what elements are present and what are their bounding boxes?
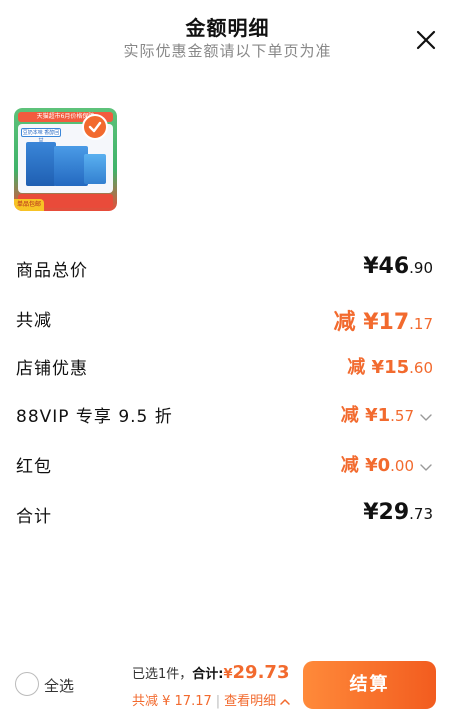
row-grand-total: 合计 ¥29.73 <box>16 498 433 532</box>
currency-symbol: ¥ <box>365 455 378 476</box>
row-red-packet[interactable]: 红包 减 ¥0.00 <box>16 450 433 480</box>
row-value: 减 ¥0.00 <box>341 451 433 477</box>
chevron-down-icon[interactable] <box>419 462 433 472</box>
row-label: 红包 <box>16 457 52 477</box>
selection-summary: 已选1件，合计:¥29.73 <box>132 662 289 683</box>
currency-symbol: ¥ <box>371 357 385 378</box>
currency-symbol: ¥ <box>365 405 378 426</box>
row-label: 店铺优惠 <box>16 359 88 379</box>
amount-decimal: .00 <box>390 457 414 475</box>
row-value: ¥29.73 <box>363 500 433 525</box>
product-box <box>26 142 56 186</box>
discount-prefix: 减 <box>340 455 366 476</box>
header: 金额明细 实际优惠金额请以下单页为准 <box>0 0 455 70</box>
row-88vip-discount[interactable]: 88VIP 专享 9.5 折 减 ¥1.57 <box>16 400 433 430</box>
product-badge: 单品包邮 <box>14 199 44 211</box>
row-label: 商品总价 <box>16 261 88 281</box>
amount-integer: 46 <box>378 254 410 279</box>
amount-decimal: .17 <box>409 315 433 333</box>
discount-summary[interactable]: 共减 ¥ 17.17 | 查看明细 <box>132 690 291 709</box>
divider: | <box>215 694 221 709</box>
product-box <box>84 154 106 184</box>
row-total-discount: 共减 减 ¥17.17 <box>16 302 433 336</box>
checkout-bar: 全选 已选1件，合计:¥29.73 共减 ¥ 17.17 | 查看明细 结算 <box>0 650 455 720</box>
select-all-label[interactable]: 全选 <box>44 675 74 696</box>
total-amount: 29.73 <box>232 662 290 683</box>
row-label: 共减 <box>16 311 52 331</box>
product-box-tag: 豆奶本味 香醇回甘 <box>21 128 61 144</box>
currency-symbol: ¥ <box>363 310 379 335</box>
selected-count-text: 已选1件， <box>132 667 193 682</box>
amount-decimal: .57 <box>390 407 414 425</box>
amount-decimal: .60 <box>409 359 433 377</box>
row-store-discount: 店铺优惠 减 ¥15.60 <box>16 352 433 382</box>
view-details-link[interactable]: 查看明细 <box>224 694 276 709</box>
total-currency-symbol: ¥ <box>223 667 233 682</box>
row-value: ¥46.90 <box>363 254 433 279</box>
discount-prefix: 减 <box>340 405 366 426</box>
amount-decimal: .73 <box>409 505 433 523</box>
currency-symbol: ¥ <box>363 254 379 279</box>
row-goods-total: 商品总价 ¥46.90 <box>16 252 433 286</box>
selected-check-badge <box>82 114 108 140</box>
discount-prefix: 减 <box>333 310 364 335</box>
chevron-up-icon[interactable] <box>279 697 291 706</box>
chevron-down-icon[interactable] <box>419 412 433 422</box>
row-label: 合计 <box>16 507 52 527</box>
row-label: 88VIP 专享 9.5 折 <box>16 407 173 427</box>
row-value: 减 ¥17.17 <box>334 304 433 336</box>
check-icon <box>88 121 102 133</box>
close-icon <box>416 30 436 50</box>
discount-total-text: 共减 ¥ 17.17 <box>132 694 212 709</box>
currency-symbol: ¥ <box>363 500 379 525</box>
select-all-radio[interactable] <box>15 672 39 696</box>
amount-integer: 1 <box>377 405 391 426</box>
page-subtitle: 实际优惠金额请以下单页为准 <box>123 42 332 60</box>
amount-integer: 15 <box>384 357 410 378</box>
amount-integer: 17 <box>378 310 410 335</box>
amount-decimal: .90 <box>409 259 433 277</box>
page-title: 金额明细 <box>185 16 270 40</box>
amount-integer: 29 <box>378 500 410 525</box>
row-value: 减 ¥15.60 <box>347 353 433 379</box>
row-value: 减 ¥1.57 <box>341 401 433 427</box>
close-button[interactable] <box>410 24 442 56</box>
checkout-button[interactable]: 结算 <box>303 661 436 709</box>
discount-prefix: 减 <box>347 357 372 378</box>
total-label: 合计: <box>192 667 224 682</box>
product-box <box>54 146 88 186</box>
amount-integer: 0 <box>377 455 391 476</box>
